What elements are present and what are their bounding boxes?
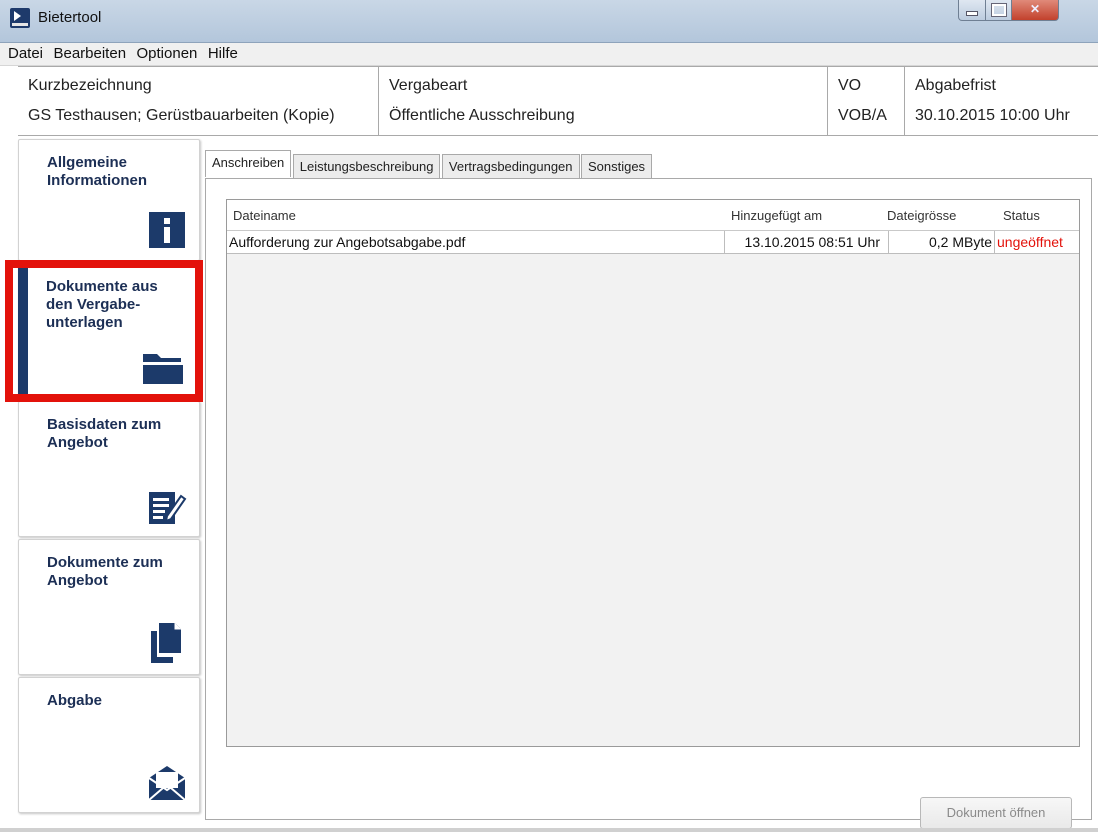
info-vergabeart: Vergabeart Öffentliche Ausschreibung (379, 67, 828, 135)
sidebar-item-dokumente-angebot[interactable]: Dokumente zum Angebot (18, 539, 200, 675)
table-row[interactable]: Aufforderung zur Angebotsabgabe.pdf 13.1… (227, 231, 1079, 254)
info-icon (149, 212, 185, 248)
highlight-box (5, 260, 203, 402)
cell-status: ungeöffnet (997, 234, 1063, 250)
info-vo: VO VOB/A (828, 67, 905, 135)
minimize-button[interactable] (958, 0, 986, 21)
cell-dateigroesse: 0,2 MByte (889, 231, 995, 253)
info-label: VO (838, 77, 862, 94)
cell-hinzugefuegt: 13.10.2015 08:51 Uhr (725, 231, 889, 253)
column-header-dateigroesse[interactable]: Dateigrösse (887, 208, 956, 223)
tab-sonstiges[interactable]: Sonstiges (580, 154, 653, 178)
sidebar-item-label: Allgemeine Informationen (47, 154, 147, 189)
info-value: 30.10.2015 10:00 Uhr (915, 107, 1070, 124)
menu-bearbeiten[interactable]: Bearbeiten (51, 43, 128, 62)
tab-bar: Anschreiben Leistungsbeschreibung Vertra… (205, 150, 653, 178)
close-button[interactable]: ✕ (1011, 0, 1059, 21)
maximize-button[interactable] (985, 0, 1012, 21)
sidebar-item-label: Abgabe (47, 692, 103, 709)
tab-vertragsbedingungen[interactable]: Vertragsbedingungen (441, 154, 580, 178)
sidebar-item-label: Dokumente zum Angebot (47, 554, 163, 589)
info-value: Öffentliche Ausschreibung (389, 107, 575, 124)
tender-info-bar: Kurzbezeichnung GS Testhausen; Gerüstbau… (18, 66, 1098, 136)
tab-anschreiben[interactable]: Anschreiben (205, 150, 292, 177)
menu-bar: Datei Bearbeiten Optionen Hilfe (0, 43, 1098, 66)
table-header: Dateiname Hinzugefügt am Dateigrösse Sta… (227, 200, 1079, 231)
envelope-icon (148, 766, 186, 801)
sidebar-item-label: Basisdaten zum Angebot (47, 416, 162, 451)
app-logo-icon (10, 8, 30, 28)
info-label: Vergabeart (389, 77, 468, 94)
cell-dateiname: Aufforderung zur Angebotsabgabe.pdf (227, 231, 725, 253)
tab-leistungsbeschreibung[interactable]: Leistungsbeschreibung (292, 154, 441, 178)
info-label: Kurzbezeichnung (28, 77, 152, 94)
menu-datei[interactable]: Datei (6, 43, 45, 62)
sidebar-item-basisdaten-angebot[interactable]: Basisdaten zum Angebot (18, 401, 200, 537)
edit-document-icon (149, 492, 187, 524)
close-icon: ✕ (1029, 2, 1041, 16)
window-title-bar: Bietertool ✕ (0, 0, 1098, 43)
info-kurzbezeichnung: Kurzbezeichnung GS Testhausen; Gerüstbau… (18, 67, 379, 135)
sidebar-nav: Allgemeine Informationen Dokumente aus d… (18, 137, 200, 827)
maximize-icon (991, 4, 1006, 16)
sidebar-item-abgabe[interactable]: Abgabe (18, 677, 200, 813)
info-value: GS Testhausen; Gerüstbauarbeiten (Kopie) (28, 107, 335, 124)
info-abgabefrist: Abgabefrist 30.10.2015 10:00 Uhr (905, 67, 1098, 135)
info-value: VOB/A (838, 107, 887, 124)
sidebar-item-allgemeine-informationen[interactable]: Allgemeine Informationen (18, 139, 200, 261)
documents-icon (151, 623, 181, 663)
tab-panel: Dateiname Hinzugefügt am Dateigrösse Sta… (205, 178, 1092, 829)
minimize-icon (966, 11, 978, 16)
documents-table: Dateiname Hinzugefügt am Dateigrösse Sta… (226, 199, 1080, 747)
menu-hilfe[interactable]: Hilfe (206, 43, 240, 62)
window-bottom-border (0, 828, 1098, 832)
column-header-hinzugefuegt[interactable]: Hinzugefügt am (731, 208, 822, 223)
menu-optionen[interactable]: Optionen (135, 43, 200, 62)
info-label: Abgabefrist (915, 77, 996, 94)
window-title: Bietertool (38, 9, 102, 26)
open-document-button[interactable]: Dokument öffnen (920, 797, 1072, 829)
column-header-status[interactable]: Status (1003, 208, 1040, 223)
main-panel: Anschreiben Leistungsbeschreibung Vertra… (205, 150, 1093, 829)
column-header-dateiname[interactable]: Dateiname (233, 208, 296, 223)
